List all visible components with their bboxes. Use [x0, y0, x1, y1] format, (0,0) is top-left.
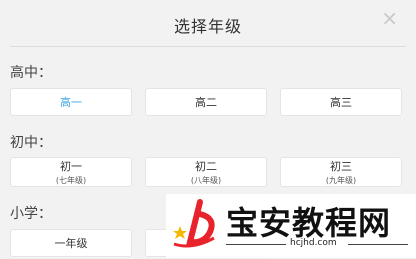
grade-button-sublabel: (九年级)	[325, 176, 357, 185]
section-label-high-school: 高中：	[10, 65, 52, 81]
section-label-primary-school: 小学：	[10, 206, 52, 222]
grade-button-label: 初一	[60, 160, 82, 173]
grade-button-middle-1[interactable]: 初一 (七年级)	[10, 157, 132, 187]
high-school-row: 高一 高二 高三	[10, 88, 406, 118]
watermark-divider-left	[226, 244, 286, 245]
close-icon[interactable]: ×	[381, 8, 398, 28]
grade-button-label: 初二	[195, 160, 217, 173]
header-divider	[10, 46, 406, 47]
section-label-middle-school: 初中：	[10, 135, 52, 151]
grade-button-sublabel: (七年级)	[55, 176, 87, 185]
dialog-header: 选择年级 ×	[0, 0, 416, 46]
grade-button-sublabel: (八年级)	[190, 176, 222, 185]
grade-button-label: 高三	[330, 96, 352, 109]
middle-school-row: 初一 (七年级) 初二 (八年级) 初三 (九年级)	[10, 157, 406, 187]
grade-button-label: 初三	[330, 160, 352, 173]
grade-button-label: 一年级	[54, 237, 88, 250]
watermark: 宝安教程网 hcjhd.com	[166, 194, 416, 258]
grade-button-middle-3[interactable]: 初三 (九年级)	[280, 157, 402, 187]
grade-button-primary-1[interactable]: 一年级	[10, 229, 132, 257]
grade-button-label: 高二	[195, 96, 217, 109]
dialog-title: 选择年级	[173, 17, 242, 36]
grade-button-middle-2[interactable]: 初二 (八年级)	[145, 157, 267, 187]
watermark-url: hcjhd.com	[290, 238, 337, 248]
watermark-logo-icon	[173, 199, 215, 248]
watermark-divider-right	[348, 244, 408, 245]
grade-button-high-3[interactable]: 高三	[280, 88, 402, 116]
grade-button-high-2[interactable]: 高二	[145, 88, 267, 116]
grade-button-high-1[interactable]: 高一	[10, 88, 132, 116]
grade-button-label: 高一	[60, 96, 82, 109]
